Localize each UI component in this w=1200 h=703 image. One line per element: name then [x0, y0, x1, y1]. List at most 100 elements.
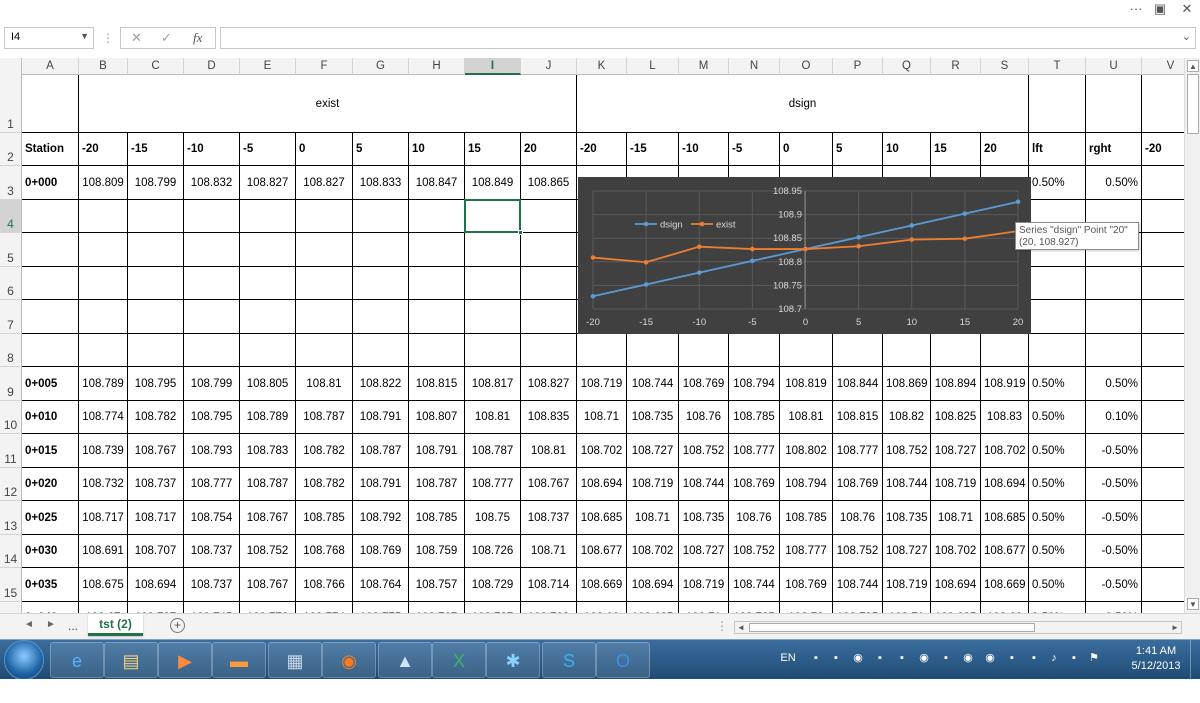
value-cell[interactable]: 108.702	[627, 535, 679, 568]
value-cell[interactable]: 108.769	[729, 468, 780, 501]
media-player-icon[interactable]: ▶	[158, 642, 212, 678]
empty-cell[interactable]	[128, 233, 184, 267]
value-cell[interactable]: 108.767	[521, 468, 577, 501]
station-cell[interactable]: 0+025	[22, 501, 79, 535]
empty-cell[interactable]	[240, 334, 296, 367]
scroll-thumb[interactable]	[1187, 74, 1199, 134]
empty-cell[interactable]	[184, 267, 240, 300]
row-header-14[interactable]: 14	[0, 535, 22, 568]
column-header-v[interactable]: V	[1142, 58, 1184, 75]
value-cell[interactable]: 108.757	[409, 568, 465, 602]
value-cell[interactable]: 108.727	[627, 434, 679, 468]
worksheet-grid[interactable]: ABCDEFGHIJKLMNOPQRSTUV 1 2 3 4 5 6 7 8 9 10 11 12 13…	[0, 58, 1184, 613]
tray-icon-6[interactable]: ◉	[916, 650, 932, 666]
value-cell[interactable]: 108.719	[627, 468, 679, 501]
column-header-a[interactable]: A	[22, 58, 79, 75]
value-cell[interactable]: 108.717	[128, 501, 184, 535]
value-cell[interactable]: 108.769	[833, 468, 883, 501]
value-cell[interactable]: 108.745	[184, 602, 240, 613]
value-cell[interactable]: 108.815	[409, 367, 465, 401]
value-cell[interactable]: 108.739	[79, 434, 128, 468]
station-cell[interactable]: 0+035	[22, 568, 79, 602]
value-cell[interactable]: 108.729	[465, 568, 521, 602]
column-header-m[interactable]: M	[679, 58, 729, 75]
row-header-15[interactable]: 15	[0, 568, 22, 602]
empty-cell[interactable]	[981, 334, 1029, 367]
value-cell[interactable]: 108.735	[729, 602, 780, 613]
value-cell[interactable]: 108.794	[780, 468, 833, 501]
column-header-l[interactable]: L	[627, 58, 679, 75]
value-cell[interactable]: 108.702	[577, 434, 627, 468]
empty-cell[interactable]	[79, 300, 128, 334]
value-cell[interactable]: 108.772	[240, 602, 296, 613]
rght-cell[interactable]: 0.50%	[1086, 166, 1142, 200]
value-cell[interactable]: 108.787	[353, 434, 409, 468]
column-header-t[interactable]: T	[1029, 58, 1086, 75]
header-label[interactable]: 10	[883, 133, 931, 166]
header-label[interactable]: -15	[128, 133, 184, 166]
tray-icon-4[interactable]: ▪	[872, 650, 888, 666]
column-header-p[interactable]: P	[833, 58, 883, 75]
header-label[interactable]: 5	[353, 133, 409, 166]
value-cell[interactable]: 108.744	[883, 468, 931, 501]
empty-cell[interactable]	[1142, 501, 1184, 535]
rght-cell[interactable]: -0.50%	[1086, 468, 1142, 501]
empty-cell[interactable]	[184, 334, 240, 367]
horizontal-scrollbar[interactable]: ◄ ►	[734, 621, 1182, 634]
tray-icon-8[interactable]: ◉	[960, 650, 976, 666]
value-cell[interactable]: 108.819	[780, 367, 833, 401]
column-header-k[interactable]: K	[577, 58, 627, 75]
value-cell[interactable]: 108.702	[981, 434, 1029, 468]
value-cell[interactable]: 108.694	[981, 468, 1029, 501]
empty-cell[interactable]	[184, 300, 240, 334]
value-cell[interactable]: 108.777	[465, 468, 521, 501]
value-cell[interactable]: 108.82	[883, 401, 931, 434]
row-header-2[interactable]: 2	[0, 133, 22, 166]
header-label[interactable]: -20	[577, 133, 627, 166]
tray-icon-11[interactable]: ▪	[1026, 650, 1042, 666]
value-cell[interactable]: 108.795	[128, 367, 184, 401]
value-cell[interactable]: 108.703	[521, 602, 577, 613]
empty-cell[interactable]	[409, 200, 465, 233]
value-cell[interactable]: 108.782	[296, 468, 353, 501]
empty-cell[interactable]	[128, 334, 184, 367]
row-header-9[interactable]: 9	[0, 367, 22, 401]
hscroll-thumb[interactable]	[749, 623, 1035, 632]
next-sheet-icon[interactable]: ►	[46, 619, 56, 630]
rght-cell[interactable]: -0.50%	[1086, 434, 1142, 468]
empty-cell[interactable]	[1029, 300, 1086, 334]
value-cell[interactable]: 108.752	[729, 535, 780, 568]
value-cell[interactable]: 108.76	[780, 602, 833, 613]
value-cell[interactable]: 108.732	[79, 468, 128, 501]
lft-cell[interactable]: 0.50%	[1029, 535, 1086, 568]
value-cell[interactable]: 108.791	[353, 468, 409, 501]
header-label[interactable]: Station	[22, 133, 79, 166]
tray-icon-1[interactable]: ▪	[808, 650, 824, 666]
column-header-i[interactable]: I	[465, 58, 521, 75]
value-cell[interactable]: 108.777	[780, 535, 833, 568]
empty-cell[interactable]	[22, 300, 79, 334]
row-header-10[interactable]: 10	[0, 401, 22, 434]
value-cell[interactable]: 108.76	[729, 501, 780, 535]
empty-cell[interactable]	[296, 200, 353, 233]
value-cell[interactable]: 108.769	[679, 367, 729, 401]
value-cell[interactable]: 108.752	[679, 434, 729, 468]
value-cell[interactable]: 108.71	[521, 535, 577, 568]
empty-cell[interactable]	[296, 233, 353, 267]
value-cell[interactable]: 108.685	[577, 501, 627, 535]
lft-cell[interactable]: 0.50%	[1029, 602, 1086, 613]
lft-cell[interactable]: 0.50%	[1029, 401, 1086, 434]
value-cell[interactable]: 108.791	[353, 401, 409, 434]
value-cell[interactable]: 108.744	[729, 568, 780, 602]
value-cell[interactable]: 108.719	[883, 568, 931, 602]
value-cell[interactable]: 108.75	[465, 501, 521, 535]
value-cell[interactable]: 108.849	[465, 166, 521, 200]
column-header-j[interactable]: J	[521, 58, 577, 75]
excel-icon[interactable]: X	[432, 642, 486, 678]
empty-cell[interactable]	[521, 300, 577, 334]
value-cell[interactable]: 108.777	[729, 434, 780, 468]
value-cell[interactable]: 108.677	[981, 535, 1029, 568]
empty-cell[interactable]	[729, 334, 780, 367]
empty-cell[interactable]	[409, 267, 465, 300]
row-header-5[interactable]: 5	[0, 233, 22, 267]
